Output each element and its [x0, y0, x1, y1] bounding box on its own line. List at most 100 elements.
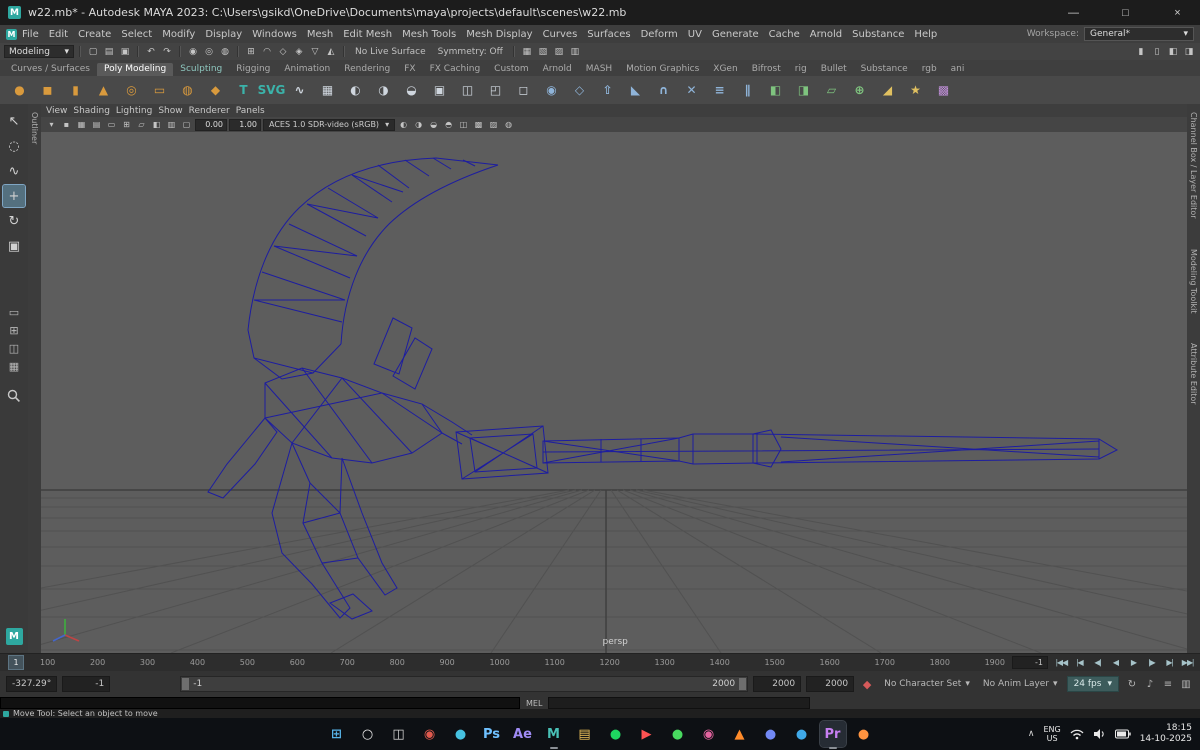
close-button[interactable]: × — [1155, 0, 1200, 25]
menubar-item[interactable]: UV — [683, 29, 707, 40]
workspace-dropdown[interactable]: General* ▾ — [1084, 27, 1194, 41]
shelf-tab[interactable]: FX — [397, 63, 422, 76]
insert-edge-loop-icon[interactable]: ≡ — [708, 79, 731, 102]
instagram-icon[interactable]: ◉ — [696, 721, 722, 747]
fill-hole-icon[interactable]: ◻ — [512, 79, 535, 102]
menubar-item[interactable]: Curves — [538, 29, 583, 40]
menubar-item[interactable]: Edit — [44, 29, 73, 40]
target-weld-icon[interactable]: ⊕ — [848, 79, 871, 102]
append-polygon-icon[interactable]: ◇ — [568, 79, 591, 102]
shelf-tab[interactable]: FX Caching — [423, 63, 488, 76]
shelf-tab[interactable]: Curves / Surfaces — [4, 63, 97, 76]
redo-icon[interactable]: ↷ — [160, 45, 174, 58]
clock[interactable]: 18:15 14-10-2025 — [1140, 723, 1192, 745]
persp-outliner-layout[interactable]: ◫ — [3, 341, 25, 356]
shadows-icon[interactable]: ◑ — [412, 119, 425, 131]
uv-editor-icon[interactable]: ▩ — [932, 79, 955, 102]
edge-icon[interactable]: ● — [448, 721, 474, 747]
hypershade-layout[interactable]: ▦ — [3, 359, 25, 374]
firefox-icon[interactable]: ● — [851, 721, 877, 747]
shelf-tab[interactable]: Bifrost — [745, 63, 788, 76]
panel-tab[interactable]: Modeling Toolkit — [1189, 249, 1198, 313]
single-pane-layout[interactable]: ▭ — [3, 305, 25, 320]
select-hierarchy-icon[interactable]: ◉ — [186, 45, 200, 58]
exposure-field[interactable]: 0.00 — [195, 118, 227, 131]
range-end-handle[interactable] — [739, 678, 747, 690]
menubar-item[interactable]: Display — [200, 29, 247, 40]
shelf-tab[interactable]: ani — [944, 63, 972, 76]
shelf-tab[interactable]: Bullet — [814, 63, 854, 76]
save-scene-icon[interactable]: ▣ — [118, 45, 132, 58]
lasso-tool[interactable]: ◌ — [3, 135, 25, 157]
poly-cone-icon[interactable]: ▲ — [92, 79, 115, 102]
youtube-icon[interactable]: ▶ — [634, 721, 660, 747]
premiere-icon[interactable]: Pr — [818, 720, 847, 749]
current-frame-marker[interactable]: 1 — [8, 655, 24, 670]
camera-attributes-icon[interactable]: ▦ — [75, 119, 88, 131]
current-time-field[interactable]: -327.29° — [6, 676, 58, 692]
resolution-gate-icon[interactable]: ◧ — [150, 119, 163, 131]
select-object-icon[interactable]: ◎ — [202, 45, 216, 58]
smooth-icon[interactable]: ◉ — [540, 79, 563, 102]
tray-chevron-icon[interactable]: ∧ — [1028, 729, 1035, 739]
task-view-icon[interactable]: ◫ — [386, 721, 412, 747]
zoom-tool-icon[interactable] — [3, 385, 25, 407]
view-grid-icon[interactable]: ⊞ — [120, 119, 133, 131]
panel-menu-item[interactable]: Panels — [236, 106, 271, 116]
poly-platonic-icon[interactable]: ◆ — [204, 79, 227, 102]
panel-menu-item[interactable]: View — [46, 106, 73, 116]
range-slider[interactable]: -1 2000 — [180, 676, 749, 692]
textured-icon[interactable]: ▨ — [487, 119, 500, 131]
xray-icon[interactable]: ◫ — [457, 119, 470, 131]
bevel-icon[interactable]: ◣ — [624, 79, 647, 102]
go-to-end-button[interactable]: ▶▶| — [1179, 656, 1196, 670]
menubar-item[interactable]: Help — [909, 29, 942, 40]
panel-tab[interactable]: Attribute Editor — [1189, 343, 1198, 405]
menubar-item[interactable]: Modify — [157, 29, 200, 40]
display-layers-icon[interactable]: ▥ — [568, 45, 582, 58]
graph-editor-toggle-icon[interactable]: ▥ — [1178, 676, 1194, 692]
select-tool[interactable]: ↖ — [3, 110, 25, 132]
poly-cube-icon[interactable]: ◼ — [36, 79, 59, 102]
rotate-tool[interactable]: ↻ — [3, 210, 25, 232]
make-live-icon[interactable]: ◭ — [324, 45, 338, 58]
menubar-item[interactable]: Mesh Tools — [397, 29, 461, 40]
gate-mask-icon[interactable]: ▥ — [165, 119, 178, 131]
shelf-tab[interactable]: Rigging — [229, 63, 277, 76]
file-explorer-icon[interactable]: ▤ — [572, 721, 598, 747]
minimize-button[interactable]: — — [1051, 0, 1096, 25]
channel-box-toggle-icon[interactable]: ▮ — [1134, 45, 1148, 58]
scale-tool[interactable]: ▣ — [3, 235, 25, 257]
snap-point-icon[interactable]: ◇ — [276, 45, 290, 58]
anim-end-field[interactable]: 2000 — [806, 676, 855, 692]
range-start-handle[interactable] — [182, 678, 190, 690]
shelf-tab[interactable]: Sculpting — [173, 63, 229, 76]
anim-start-field[interactable]: -1 — [62, 676, 111, 692]
step-back-key-button[interactable]: ◀| — [1089, 656, 1106, 670]
move-tool[interactable]: + — [2, 184, 26, 208]
attribute-editor-toggle-icon[interactable]: ▯ — [1150, 45, 1164, 58]
menubar-item[interactable]: Edit Mesh — [338, 29, 397, 40]
shelf-tab[interactable]: Substance — [854, 63, 915, 76]
volume-icon[interactable] — [1093, 728, 1106, 740]
wireframe-on-shaded-icon[interactable]: ▩ — [472, 119, 485, 131]
command-input[interactable] — [0, 697, 520, 709]
snap-curve-icon[interactable]: ◠ — [260, 45, 274, 58]
vlc-icon[interactable]: ▲ — [727, 721, 753, 747]
fps-dropdown[interactable]: 24 fps ▾ — [1066, 676, 1119, 692]
type-tool-icon[interactable]: T — [232, 79, 255, 102]
whatsapp-icon[interactable]: ● — [665, 721, 691, 747]
offset-edge-loop-icon[interactable]: ∥ — [736, 79, 759, 102]
start-button[interactable]: ⊞ — [324, 721, 350, 747]
select-component-icon[interactable]: ◍ — [218, 45, 232, 58]
shelf-tab[interactable]: Custom — [487, 63, 535, 76]
colorspace-dropdown[interactable]: ACES 1.0 SDR-video (sRGB) ▾ — [263, 118, 396, 131]
end-frame-field[interactable]: -1 — [1012, 656, 1048, 669]
menubar-item[interactable]: Generate — [707, 29, 764, 40]
menubar-item[interactable]: Windows — [247, 29, 302, 40]
camera-select-icon[interactable]: ▾ — [45, 119, 58, 131]
film-gate-icon[interactable]: ▱ — [135, 119, 148, 131]
step-forward-frame-button[interactable]: ▶| — [1161, 656, 1178, 670]
go-to-start-button[interactable]: |◀◀ — [1053, 656, 1070, 670]
shelf-tab[interactable]: rig — [788, 63, 814, 76]
